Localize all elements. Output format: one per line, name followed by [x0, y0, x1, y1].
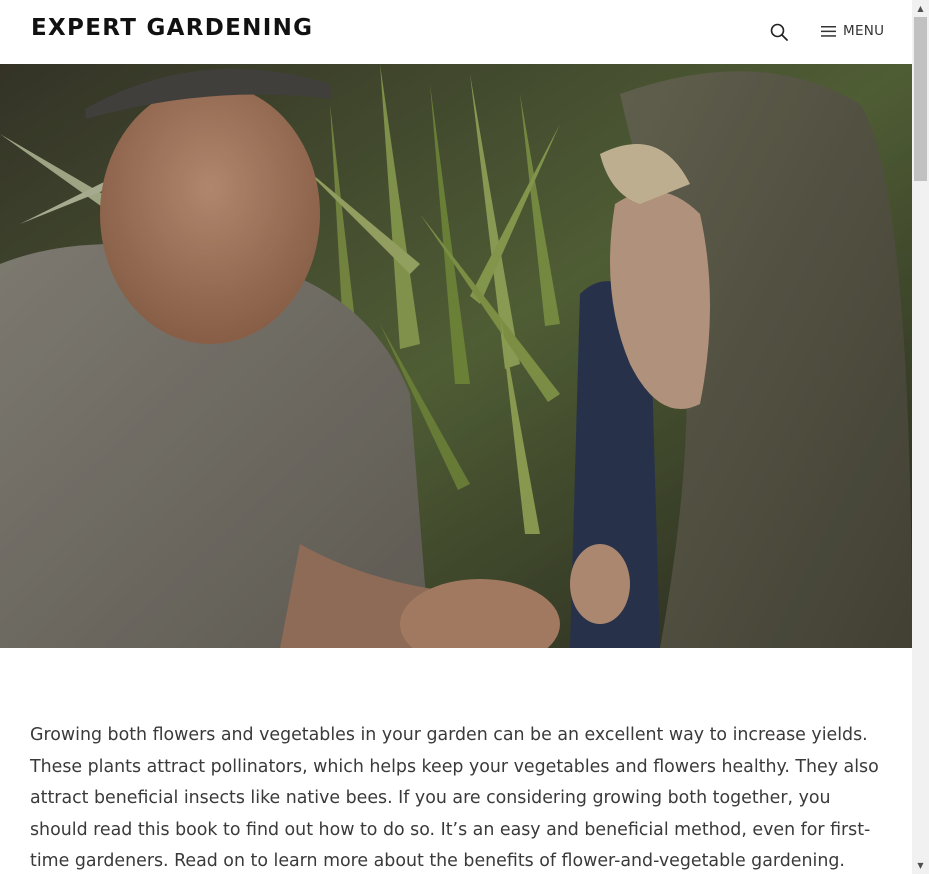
article-content: Growing both flowers and vegetables in y…: [30, 720, 886, 874]
vertical-scrollbar[interactable]: ▲ ▼: [912, 0, 929, 874]
page: EXPERT GARDENING MENU Growing both flowe…: [0, 0, 912, 874]
site-header: EXPERT GARDENING MENU: [0, 0, 912, 64]
hero-photo: [0, 64, 912, 648]
scroll-down-arrow-icon[interactable]: ▼: [912, 857, 929, 874]
intro-paragraph: Growing both flowers and vegetables in y…: [30, 725, 879, 872]
search-icon: [770, 23, 788, 41]
hero-image: [0, 64, 912, 648]
scroll-up-arrow-icon[interactable]: ▲: [912, 0, 929, 17]
menu-label: MENU: [843, 23, 885, 39]
scrollbar-thumb[interactable]: [914, 17, 927, 181]
search-button[interactable]: [769, 22, 789, 42]
hamburger-menu-icon: [821, 25, 836, 37]
menu-button[interactable]: MENU: [821, 21, 884, 41]
site-title[interactable]: EXPERT GARDENING: [31, 15, 313, 41]
